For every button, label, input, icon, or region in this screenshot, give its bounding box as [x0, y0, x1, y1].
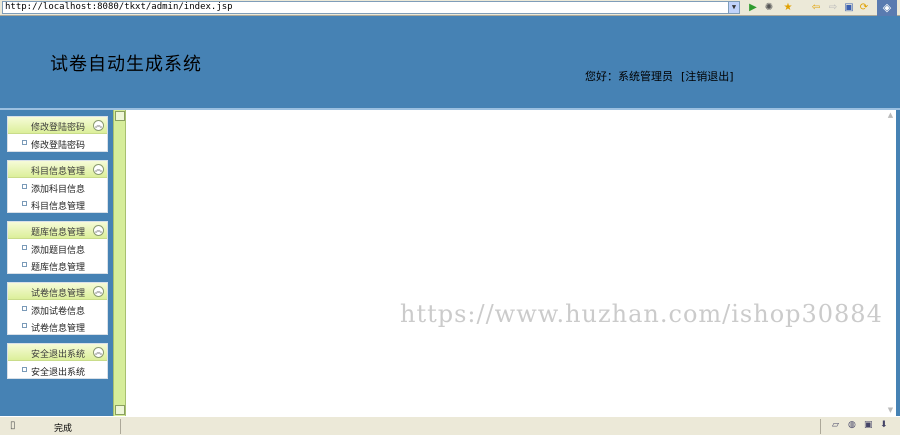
- address-bar[interactable]: http://localhost:8080/tkxt/admin/index.j…: [2, 1, 740, 14]
- sidebar-group-header[interactable]: 科目信息管理 ︽: [8, 161, 107, 178]
- frame-splitter[interactable]: [113, 110, 126, 416]
- chevron-up-icon[interactable]: ︽: [93, 225, 104, 236]
- user-greeting: 您好：系统管理员: [585, 70, 673, 83]
- sidebar-item-label: 科目信息管理: [31, 202, 86, 212]
- square-bullet-icon: [22, 245, 27, 250]
- sidebar-item-change-password[interactable]: 修改登陆密码: [8, 134, 107, 151]
- splitter-handle-bottom[interactable]: [115, 405, 125, 415]
- square-bullet-icon: [22, 367, 27, 372]
- scroll-down-icon[interactable]: ▼: [885, 405, 896, 416]
- status-separator: [820, 419, 821, 434]
- sidebar-group-header[interactable]: 安全退出系统 ︽: [8, 344, 107, 361]
- square-bullet-icon: [22, 140, 27, 145]
- address-dropdown-icon[interactable]: ▼: [728, 2, 739, 13]
- globe-icon: ◍: [848, 420, 856, 430]
- sidebar-group-header[interactable]: 试卷信息管理 ︽: [8, 283, 107, 300]
- sidebar-item-label: 试卷信息管理: [31, 324, 86, 334]
- sidebar-group-exam: 试卷信息管理 ︽ 添加试卷信息 试卷信息管理: [7, 282, 108, 335]
- sidebar-group-logout: 安全退出系统 ︽ 安全退出系统: [7, 343, 108, 379]
- sidebar-group-title: 科目信息管理: [31, 167, 86, 177]
- sidebar-item-secure-logout[interactable]: 安全退出系统: [8, 361, 107, 378]
- page-status-icon: ▯: [10, 420, 16, 431]
- sidebar-group-title: 修改登陆密码: [31, 123, 86, 133]
- sidebar-group-subject: 科目信息管理 ︽ 添加科目信息 科目信息管理: [7, 160, 108, 213]
- sidebar-group-header[interactable]: 修改登陆密码 ︽: [8, 117, 107, 134]
- site-header: 试卷自动生成系统 您好：系统管理员 [注销退出]: [0, 16, 900, 110]
- screen-icon: ▣: [864, 420, 873, 430]
- sidebar-item-label: 添加科目信息: [31, 185, 86, 195]
- sidebar-item-manage-subject[interactable]: 科目信息管理: [8, 195, 107, 212]
- sidebar-group-question-bank: 题库信息管理 ︽ 添加题目信息 题库信息管理: [7, 221, 108, 274]
- page-icon[interactable]: ▣: [843, 2, 855, 14]
- address-url: http://localhost:8080/tkxt/admin/index.j…: [5, 2, 233, 12]
- zone-icon: ▱: [832, 420, 839, 430]
- sidebar-item-add-subject[interactable]: 添加科目信息: [8, 178, 107, 195]
- logout-link[interactable]: [注销退出]: [681, 68, 734, 84]
- sidebar-group-header[interactable]: 题库信息管理 ︽: [8, 222, 107, 239]
- sidebar-item-label: 题库信息管理: [31, 263, 86, 273]
- watermark-text: https://www.huzhan.com/ishop30884: [400, 300, 883, 328]
- sidebar-group-title: 题库信息管理: [31, 228, 86, 238]
- sidebar-item-label: 添加题目信息: [31, 246, 86, 256]
- sidebar: 修改登陆密码 ︽ 修改登陆密码 科目信息管理 ︽ 添加科目信息 科目信息管理 题…: [0, 110, 113, 416]
- sidebar-item-label: 安全退出系统: [31, 368, 86, 378]
- square-bullet-icon: [22, 201, 27, 206]
- frame-right-edge: [896, 110, 900, 416]
- square-bullet-icon: [22, 262, 27, 267]
- chevron-up-icon[interactable]: ︽: [93, 164, 104, 175]
- square-bullet-icon: [22, 184, 27, 189]
- chevron-up-icon[interactable]: ︽: [93, 120, 104, 131]
- chevron-up-icon[interactable]: ︽: [93, 286, 104, 297]
- content-frame: ▲ https://www.huzhan.com/ishop30884 ▼: [126, 110, 896, 416]
- gear-icon[interactable]: ✺: [763, 2, 775, 14]
- scroll-up-icon[interactable]: ▲: [885, 110, 896, 121]
- status-bar: ▯ 完成 ▱ ◍ ▣ ⬇: [0, 416, 900, 435]
- chevron-up-icon[interactable]: ︽: [93, 347, 104, 358]
- refresh-icon[interactable]: ⟳: [858, 2, 870, 14]
- status-separator: [120, 419, 121, 434]
- sidebar-item-add-exam[interactable]: 添加试卷信息: [8, 300, 107, 317]
- status-text: 完成: [54, 424, 73, 434]
- star-icon[interactable]: ★: [782, 2, 794, 14]
- forward-arrow-icon[interactable]: ⇨: [827, 2, 839, 14]
- sidebar-item-manage-question-bank[interactable]: 题库信息管理: [8, 256, 107, 273]
- go-arrow-icon[interactable]: ▶: [747, 2, 759, 14]
- app-title: 试卷自动生成系统: [50, 54, 202, 75]
- sidebar-group-title: 安全退出系统: [31, 350, 86, 360]
- sidebar-item-manage-exam[interactable]: 试卷信息管理: [8, 317, 107, 334]
- square-bullet-icon: [22, 323, 27, 328]
- browser-logo-icon: ◈: [877, 0, 897, 16]
- sidebar-item-add-question[interactable]: 添加题目信息: [8, 239, 107, 256]
- sidebar-group-password: 修改登陆密码 ︽ 修改登陆密码: [7, 116, 108, 152]
- download-icon: ⬇: [880, 420, 888, 430]
- sidebar-item-label: 添加试卷信息: [31, 307, 86, 317]
- square-bullet-icon: [22, 306, 27, 311]
- sidebar-item-label: 修改登陆密码: [31, 141, 86, 151]
- back-arrow-icon[interactable]: ⇦: [810, 2, 822, 14]
- sidebar-group-title: 试卷信息管理: [31, 289, 86, 299]
- browser-toolbar: http://localhost:8080/tkxt/admin/index.j…: [0, 0, 900, 16]
- splitter-handle-top[interactable]: [115, 111, 125, 121]
